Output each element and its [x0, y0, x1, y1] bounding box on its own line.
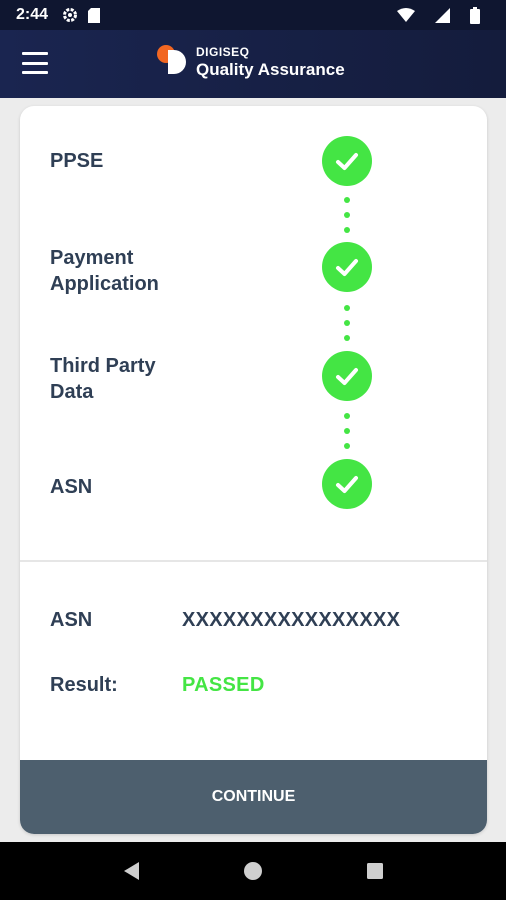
- connector-dot: [344, 413, 350, 419]
- qa-card: PPSE Payment Application Third Party Dat…: [20, 106, 487, 834]
- connector-dot: [344, 227, 350, 233]
- result-value: PASSED: [182, 674, 265, 696]
- brand-large-title: Quality Assurance: [196, 59, 345, 79]
- connector-dot: [344, 335, 350, 341]
- asn-value: XXXXXXXXXXXXXXXX: [182, 609, 401, 631]
- app-bar: DIGISEQ Quality Assurance: [0, 30, 506, 98]
- check-icon: [322, 351, 372, 401]
- wifi-icon: [397, 8, 415, 22]
- connector-dot: [344, 212, 350, 218]
- asn-label: ASN: [50, 609, 93, 631]
- signal-icon: [435, 7, 450, 23]
- gear-icon: [62, 7, 78, 23]
- connector-dot: [344, 320, 350, 326]
- check-icon: [322, 459, 372, 509]
- continue-button[interactable]: CONTINUE: [20, 760, 487, 834]
- home-icon[interactable]: [233, 851, 273, 891]
- connector-dot: [344, 428, 350, 434]
- status-time: 2:44: [16, 6, 49, 23]
- connector-dot: [344, 305, 350, 311]
- connector-dot: [344, 197, 350, 203]
- hamburger-menu-icon[interactable]: [22, 52, 48, 74]
- brand: DIGISEQ Quality Assurance: [156, 44, 345, 80]
- recents-icon[interactable]: [355, 851, 395, 891]
- step-label-payment-application: Payment Application: [50, 247, 159, 295]
- status-bar: 2:44: [0, 0, 506, 30]
- battery-icon: [470, 6, 480, 24]
- check-icon: [322, 136, 372, 186]
- divider: [20, 560, 487, 562]
- step-label-asn: ASN: [50, 476, 93, 498]
- navigation-bar: [0, 842, 506, 900]
- back-icon[interactable]: [111, 851, 151, 891]
- step-label-ppse: PPSE: [50, 150, 104, 172]
- check-icon: [322, 242, 372, 292]
- digiseq-logo: [157, 45, 186, 74]
- connector-dot: [344, 443, 350, 449]
- sd-card-icon: [88, 7, 101, 23]
- step-label-third-party-data: Third Party Data: [50, 355, 156, 403]
- brand-small-title: DIGISEQ: [196, 44, 250, 59]
- result-label: Result:: [50, 674, 118, 696]
